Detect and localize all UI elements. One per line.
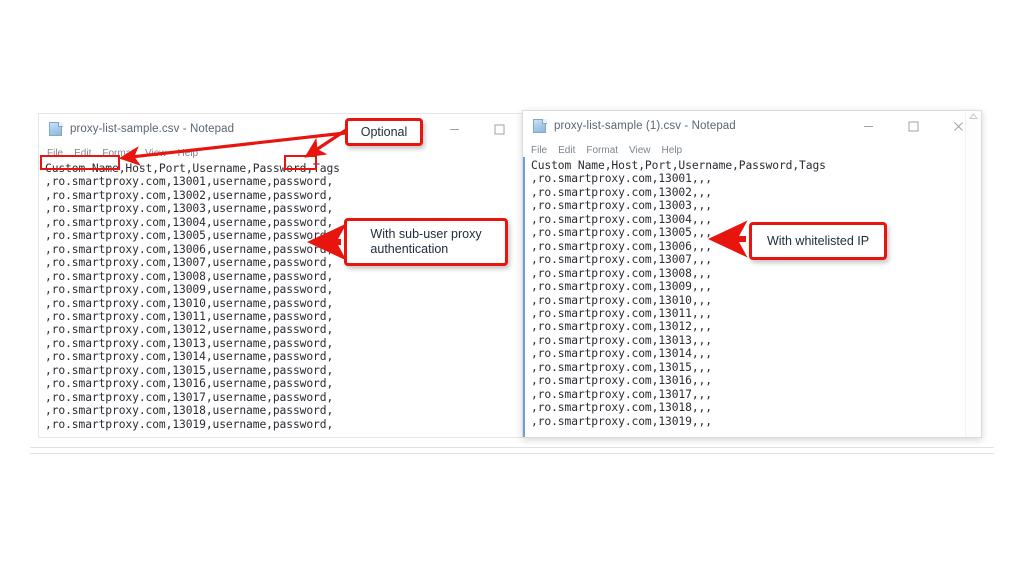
menu-item-view[interactable]: View: [629, 145, 651, 156]
csv-row-line: ,ro.smartproxy.com,13011,username,passwo…: [45, 309, 334, 323]
callout-sub-user-auth-label: With sub-user proxy authentication: [370, 227, 482, 256]
csv-row-line: ,ro.smartproxy.com,13002,,,: [531, 185, 712, 199]
title-bar-right-group: proxy-list-sample (1).csv - Notepad: [523, 118, 846, 134]
callout-sub-user-auth: With sub-user proxy authentication: [344, 218, 508, 266]
csv-row-line: ,ro.smartproxy.com,13012,username,passwo…: [45, 323, 334, 337]
csv-row-line: ,ro.smartproxy.com,13017,,,: [531, 387, 712, 401]
minimize-button[interactable]: [846, 111, 891, 141]
vertical-scrollbar-right[interactable]: [965, 111, 981, 437]
csv-row-line: ,ro.smartproxy.com,13011,,,: [531, 306, 712, 320]
highlight-box-custom-name: [40, 155, 120, 170]
minimize-button[interactable]: [432, 114, 477, 144]
scroll-up-arrow-icon[interactable]: [966, 113, 981, 120]
window-title-left: proxy-list-sample.csv - Notepad: [70, 123, 235, 135]
csv-row-line: ,ro.smartproxy.com,13017,username,passwo…: [45, 390, 334, 404]
text-area-right[interactable]: Custom Name,Host,Port,Username,Password,…: [523, 157, 965, 437]
csv-row-line: ,ro.smartproxy.com,13001,username,passwo…: [45, 175, 334, 189]
csv-row-line: ,ro.smartproxy.com,13007,,,: [531, 253, 712, 267]
callout-whitelisted-ip-label: With whitelisted IP: [766, 233, 870, 248]
csv-row-line: ,ro.smartproxy.com,13010,username,passwo…: [45, 296, 334, 310]
notepad-document-icon: [49, 121, 63, 137]
csv-row-line: ,ro.smartproxy.com,13001,,,: [531, 172, 712, 186]
notepad-document-icon: [533, 118, 547, 134]
menu-item-help[interactable]: Help: [662, 145, 683, 156]
page-divider-bottom: [30, 453, 994, 454]
csv-row-line: ,ro.smartproxy.com,13019,username,passwo…: [45, 417, 334, 431]
csv-content-left[interactable]: Custom Name,Host,Port,Username,Password,…: [39, 160, 522, 431]
csv-row-line: ,ro.smartproxy.com,13009,username,passwo…: [45, 283, 334, 297]
csv-row-line: ,ro.smartproxy.com,13014,,,: [531, 347, 712, 361]
csv-row-line: ,ro.smartproxy.com,13018,,,: [531, 401, 712, 415]
csv-row-line: ,ro.smartproxy.com,13019,,,: [531, 414, 712, 428]
maximize-button[interactable]: [891, 111, 936, 141]
window-title-right: proxy-list-sample (1).csv - Notepad: [554, 120, 736, 132]
csv-row-line: ,ro.smartproxy.com,13012,,,: [531, 320, 712, 334]
csv-row-line: ,ro.smartproxy.com,13016,,,: [531, 374, 712, 388]
page-divider-top: [30, 447, 994, 448]
csv-row-line: ,ro.smartproxy.com,13005,,,: [531, 226, 712, 240]
callout-whitelisted-ip: With whitelisted IP: [749, 222, 887, 260]
csv-row-line: ,ro.smartproxy.com,13006,,,: [531, 239, 712, 253]
csv-row-line: ,ro.smartproxy.com,13010,,,: [531, 293, 712, 307]
menu-item-edit[interactable]: Edit: [558, 145, 575, 156]
csv-row-line: ,ro.smartproxy.com,13016,username,passwo…: [45, 377, 334, 391]
callout-optional-label: Optional: [360, 124, 408, 139]
csv-header-line: Custom Name,Host,Port,Username,Password,…: [531, 159, 826, 172]
title-bar-left[interactable]: proxy-list-sample.csv - Notepad: [39, 114, 522, 144]
csv-row-line: ,ro.smartproxy.com,13009,,,: [531, 280, 712, 294]
menu-item-help[interactable]: Help: [178, 148, 199, 159]
csv-row-line: ,ro.smartproxy.com,13003,username,passwo…: [45, 202, 334, 216]
csv-row-line: ,ro.smartproxy.com,13015,username,passwo…: [45, 363, 334, 377]
text-area-left[interactable]: Custom Name,Host,Port,Username,Password,…: [39, 160, 522, 437]
maximize-button[interactable]: [477, 114, 522, 144]
highlight-box-tags: [284, 155, 317, 170]
csv-row-line: ,ro.smartproxy.com,13008,username,passwo…: [45, 269, 334, 283]
csv-row-line: ,ro.smartproxy.com,13013,,,: [531, 333, 712, 347]
window-controls-right: [846, 111, 981, 141]
csv-row-line: ,ro.smartproxy.com,13002,username,passwo…: [45, 188, 334, 202]
menu-item-file[interactable]: File: [531, 145, 547, 156]
csv-row-line: ,ro.smartproxy.com,13018,username,passwo…: [45, 404, 334, 418]
csv-row-line: ,ro.smartproxy.com,13015,,,: [531, 360, 712, 374]
csv-row-line: ,ro.smartproxy.com,13008,,,: [531, 266, 712, 280]
csv-content-right[interactable]: Custom Name,Host,Port,Username,Password,…: [525, 157, 965, 428]
menu-item-view[interactable]: View: [145, 148, 167, 159]
csv-row-line: ,ro.smartproxy.com,13003,,,: [531, 199, 712, 213]
window-controls-left: [432, 114, 522, 144]
title-bar-right[interactable]: proxy-list-sample (1).csv - Notepad: [523, 111, 981, 141]
menu-item-format[interactable]: Format: [586, 145, 618, 156]
csv-row-line: ,ro.smartproxy.com,13013,username,passwo…: [45, 336, 334, 350]
csv-row-line: ,ro.smartproxy.com,13004,,,: [531, 212, 712, 226]
csv-row-line: ,ro.smartproxy.com,13014,username,passwo…: [45, 350, 334, 364]
callout-optional: Optional: [345, 118, 423, 146]
notepad-window-right[interactable]: proxy-list-sample (1).csv - Notepad File…: [522, 110, 982, 438]
